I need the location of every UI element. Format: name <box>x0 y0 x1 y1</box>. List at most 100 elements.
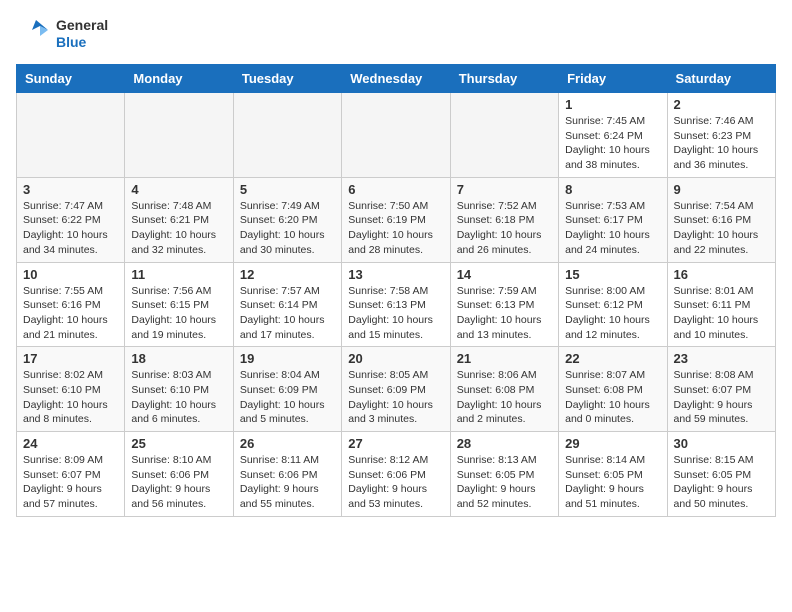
calendar-cell: 26 Sunrise: 8:11 AM Sunset: 6:06 PM Dayli… <box>233 432 341 517</box>
calendar-cell: 9 Sunrise: 7:54 AM Sunset: 6:16 PM Daylig… <box>667 177 775 262</box>
day-number: 12 <box>240 267 335 282</box>
day-number: 19 <box>240 351 335 366</box>
calendar-cell: 3 Sunrise: 7:47 AM Sunset: 6:22 PM Daylig… <box>17 177 125 262</box>
day-info: Sunrise: 8:03 AM Sunset: 6:10 PM Dayligh… <box>131 368 226 427</box>
calendar-cell: 2 Sunrise: 7:46 AM Sunset: 6:23 PM Daylig… <box>667 93 775 178</box>
day-number: 6 <box>348 182 443 197</box>
calendar-cell: 13 Sunrise: 7:58 AM Sunset: 6:13 PM Dayli… <box>342 262 450 347</box>
day-info: Sunrise: 8:08 AM Sunset: 6:07 PM Dayligh… <box>674 368 769 427</box>
calendar-cell: 4 Sunrise: 7:48 AM Sunset: 6:21 PM Daylig… <box>125 177 233 262</box>
col-header-sunday: Sunday <box>17 65 125 93</box>
day-number: 26 <box>240 436 335 451</box>
day-number: 20 <box>348 351 443 366</box>
day-number: 13 <box>348 267 443 282</box>
calendar-cell: 12 Sunrise: 7:57 AM Sunset: 6:14 PM Dayli… <box>233 262 341 347</box>
day-number: 18 <box>131 351 226 366</box>
day-number: 27 <box>348 436 443 451</box>
calendar-cell: 28Sunrise: 8:13 AM Sunset: 6:05 PM Dayli… <box>450 432 558 517</box>
calendar-cell: 23 Sunrise: 8:08 AM Sunset: 6:07 PM Dayli… <box>667 347 775 432</box>
calendar-cell: 30Sunrise: 8:15 AM Sunset: 6:05 PM Dayli… <box>667 432 775 517</box>
day-info: Sunrise: 7:49 AM Sunset: 6:20 PM Dayligh… <box>240 199 335 258</box>
logo-text: General Blue <box>56 17 108 51</box>
day-number: 23 <box>674 351 769 366</box>
day-info: Sunrise: 7:52 AM Sunset: 6:18 PM Dayligh… <box>457 199 552 258</box>
day-number: 10 <box>23 267 118 282</box>
day-info: Sunrise: 7:50 AM Sunset: 6:19 PM Dayligh… <box>348 199 443 258</box>
calendar-week-4: 17 Sunrise: 8:02 AM Sunset: 6:10 PM Dayli… <box>17 347 776 432</box>
day-number: 4 <box>131 182 226 197</box>
calendar-cell: 15 Sunrise: 8:00 AM Sunset: 6:12 PM Dayli… <box>559 262 667 347</box>
calendar-cell <box>450 93 558 178</box>
day-number: 14 <box>457 267 552 282</box>
day-info: Sunrise: 8:00 AM Sunset: 6:12 PM Dayligh… <box>565 284 660 343</box>
day-info: Sunrise: 7:57 AM Sunset: 6:14 PM Dayligh… <box>240 284 335 343</box>
day-info: Sunrise: 7:47 AM Sunset: 6:22 PM Dayligh… <box>23 199 118 258</box>
day-info: Sunrise: 8:06 AM Sunset: 6:08 PM Dayligh… <box>457 368 552 427</box>
col-header-monday: Monday <box>125 65 233 93</box>
calendar-cell <box>125 93 233 178</box>
calendar-cell: 27Sunrise: 8:12 AM Sunset: 6:06 PM Dayli… <box>342 432 450 517</box>
day-number: 21 <box>457 351 552 366</box>
logo: General Blue <box>16 16 108 52</box>
day-number: 11 <box>131 267 226 282</box>
calendar-cell <box>233 93 341 178</box>
day-info: Sunrise: 7:58 AM Sunset: 6:13 PM Dayligh… <box>348 284 443 343</box>
day-info: Sunrise: 8:10 AM Sunset: 6:06 PM Dayligh… <box>131 453 226 512</box>
day-info: Sunrise: 7:59 AM Sunset: 6:13 PM Dayligh… <box>457 284 552 343</box>
day-info: Sunrise: 8:01 AM Sunset: 6:11 PM Dayligh… <box>674 284 769 343</box>
col-header-saturday: Saturday <box>667 65 775 93</box>
day-info: Sunrise: 7:46 AM Sunset: 6:23 PM Dayligh… <box>674 114 769 173</box>
calendar-cell: 29Sunrise: 8:14 AM Sunset: 6:05 PM Dayli… <box>559 432 667 517</box>
calendar-cell: 1Sunrise: 7:45 AM Sunset: 6:24 PM Daylig… <box>559 93 667 178</box>
day-number: 22 <box>565 351 660 366</box>
day-number: 30 <box>674 436 769 451</box>
page-header: General Blue <box>16 16 776 52</box>
day-info: Sunrise: 7:55 AM Sunset: 6:16 PM Dayligh… <box>23 284 118 343</box>
calendar-cell: 14 Sunrise: 7:59 AM Sunset: 6:13 PM Dayli… <box>450 262 558 347</box>
calendar-week-1: 1Sunrise: 7:45 AM Sunset: 6:24 PM Daylig… <box>17 93 776 178</box>
col-header-friday: Friday <box>559 65 667 93</box>
day-info: Sunrise: 8:09 AM Sunset: 6:07 PM Dayligh… <box>23 453 118 512</box>
calendar-cell: 10 Sunrise: 7:55 AM Sunset: 6:16 PM Dayli… <box>17 262 125 347</box>
calendar-cell: 5 Sunrise: 7:49 AM Sunset: 6:20 PM Daylig… <box>233 177 341 262</box>
day-info: Sunrise: 7:53 AM Sunset: 6:17 PM Dayligh… <box>565 199 660 258</box>
calendar-cell: 16Sunrise: 8:01 AM Sunset: 6:11 PM Dayli… <box>667 262 775 347</box>
day-info: Sunrise: 7:56 AM Sunset: 6:15 PM Dayligh… <box>131 284 226 343</box>
calendar-cell: 6 Sunrise: 7:50 AM Sunset: 6:19 PM Daylig… <box>342 177 450 262</box>
col-header-wednesday: Wednesday <box>342 65 450 93</box>
calendar-cell <box>342 93 450 178</box>
logo-graphic <box>16 16 52 52</box>
day-number: 9 <box>674 182 769 197</box>
day-number: 15 <box>565 267 660 282</box>
calendar-header-row: SundayMondayTuesdayWednesdayThursdayFrid… <box>17 65 776 93</box>
day-info: Sunrise: 7:54 AM Sunset: 6:16 PM Dayligh… <box>674 199 769 258</box>
day-info: Sunrise: 8:07 AM Sunset: 6:08 PM Dayligh… <box>565 368 660 427</box>
calendar-cell: 8 Sunrise: 7:53 AM Sunset: 6:17 PM Daylig… <box>559 177 667 262</box>
day-number: 8 <box>565 182 660 197</box>
calendar-cell: 25Sunrise: 8:10 AM Sunset: 6:06 PM Dayli… <box>125 432 233 517</box>
calendar-cell: 18 Sunrise: 8:03 AM Sunset: 6:10 PM Dayli… <box>125 347 233 432</box>
col-header-tuesday: Tuesday <box>233 65 341 93</box>
day-info: Sunrise: 7:48 AM Sunset: 6:21 PM Dayligh… <box>131 199 226 258</box>
day-info: Sunrise: 8:11 AM Sunset: 6:06 PM Dayligh… <box>240 453 335 512</box>
day-number: 24 <box>23 436 118 451</box>
calendar-cell: 22 Sunrise: 8:07 AM Sunset: 6:08 PM Dayli… <box>559 347 667 432</box>
calendar-cell: 24 Sunrise: 8:09 AM Sunset: 6:07 PM Dayli… <box>17 432 125 517</box>
day-number: 17 <box>23 351 118 366</box>
day-number: 2 <box>674 97 769 112</box>
calendar-cell: 20 Sunrise: 8:05 AM Sunset: 6:09 PM Dayli… <box>342 347 450 432</box>
calendar-cell: 19 Sunrise: 8:04 AM Sunset: 6:09 PM Dayli… <box>233 347 341 432</box>
day-info: Sunrise: 8:04 AM Sunset: 6:09 PM Dayligh… <box>240 368 335 427</box>
calendar-cell: 21 Sunrise: 8:06 AM Sunset: 6:08 PM Dayli… <box>450 347 558 432</box>
day-number: 3 <box>23 182 118 197</box>
col-header-thursday: Thursday <box>450 65 558 93</box>
day-number: 5 <box>240 182 335 197</box>
day-number: 7 <box>457 182 552 197</box>
calendar-cell: 17 Sunrise: 8:02 AM Sunset: 6:10 PM Dayli… <box>17 347 125 432</box>
day-info: Sunrise: 8:05 AM Sunset: 6:09 PM Dayligh… <box>348 368 443 427</box>
day-number: 29 <box>565 436 660 451</box>
calendar-cell: 7 Sunrise: 7:52 AM Sunset: 6:18 PM Daylig… <box>450 177 558 262</box>
day-info: Sunrise: 7:45 AM Sunset: 6:24 PM Dayligh… <box>565 114 660 173</box>
day-info: Sunrise: 8:02 AM Sunset: 6:10 PM Dayligh… <box>23 368 118 427</box>
calendar-week-5: 24 Sunrise: 8:09 AM Sunset: 6:07 PM Dayli… <box>17 432 776 517</box>
